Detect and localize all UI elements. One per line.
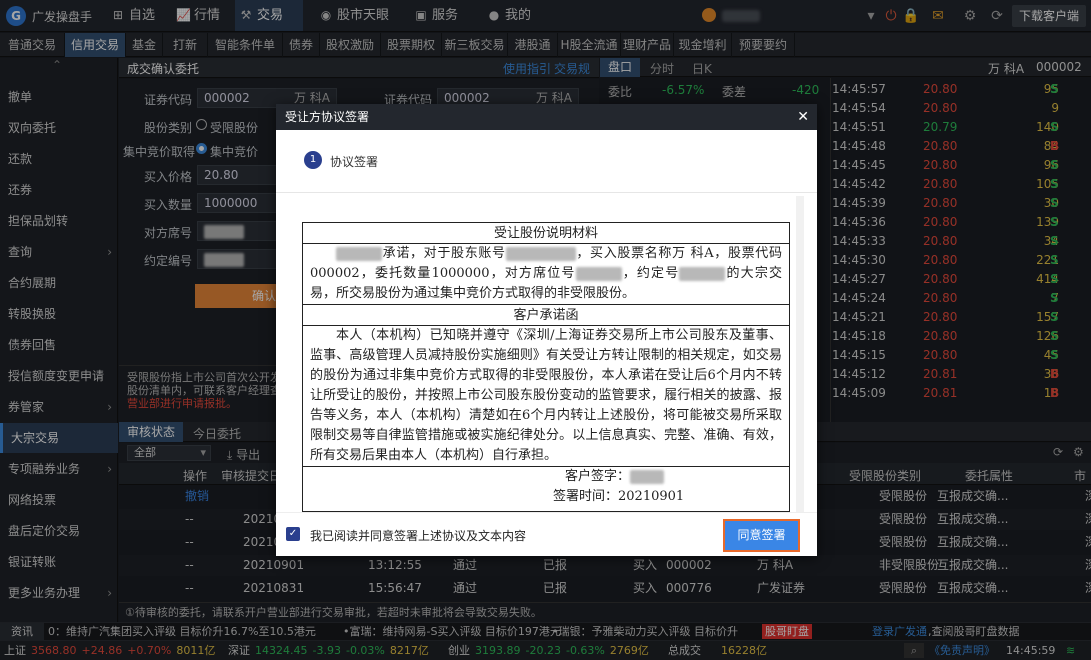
p1-part: 承诺，对于股东账号 [382,246,506,261]
sign-time-value: 20210901 [618,489,685,504]
agreement-dialog: 受让方协议签署 ✕ 1 协议签署 受让股份说明材料 承诺，对于股东账号 ，买入股票… [276,104,817,556]
p1-part: ，约定号 [621,266,680,281]
dialog-footer: ✓ 我已阅读并同意签署上述协议及文本内容 同意签署 [276,512,817,556]
doc-title-2: 客户承诺函 [303,305,789,326]
sign-label: 客户签字： [565,469,631,484]
agree-checkbox[interactable]: ✓ [286,527,300,541]
dialog-title: 受让方协议签署 [285,110,370,124]
doc-paragraph-1: 承诺，对于股东账号 ，买入股票名称万 科A，股票代码000002，委托数量1000… [303,244,789,305]
agree-sign-button[interactable]: 同意签署 [723,519,800,552]
step-number: 1 [304,151,322,169]
signature-blurred [630,469,665,484]
dialog-scrollbar[interactable] [796,196,804,512]
dialog-title-bar: 受让方协议签署 [276,104,817,130]
step-label: 协议签署 [330,155,379,169]
agreement-document: 受让股份说明材料 承诺，对于股东账号 ，买入股票名称万 科A，股票代码000002… [302,222,790,512]
name-blurred [336,246,382,261]
sign-line: 客户签字： [303,467,789,487]
account-blurred [505,246,576,261]
sign-time-line: 签署时间：20210901 [303,487,789,507]
contract-blurred [679,266,726,281]
doc-paragraph-2: 本人（本机构）已知晓并遵守《深圳/上海证券交易所上市公司股东及董事、监事、高级管… [303,326,789,467]
close-icon[interactable]: ✕ [797,104,809,130]
agree-checkbox-label[interactable]: 我已阅读并同意签署上述协议及文本内容 [310,527,526,544]
seat-blurred [575,266,622,281]
doc-title: 受让股份说明材料 [303,223,789,244]
sign-time-label: 签署时间： [553,489,619,504]
divider [276,192,817,193]
